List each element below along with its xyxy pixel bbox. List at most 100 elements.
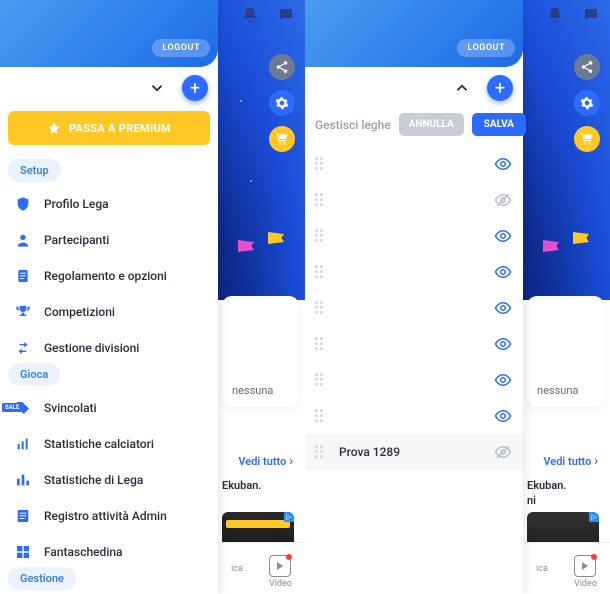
menu-item-label: Competizioni — [44, 305, 115, 319]
league-name: Prova 1289 — [339, 445, 483, 459]
add-button[interactable]: + — [182, 75, 208, 101]
bottom-nav-video[interactable]: Video — [574, 549, 597, 589]
menu-gioca: SvincolatiSALE Statistiche calciatori Stat… — [0, 390, 218, 559]
bottom-nav: ica Video — [523, 542, 610, 594]
menu-item-registro-attività-admin[interactable]: Registro attività Admin — [0, 498, 218, 534]
user-icon — [14, 231, 32, 249]
vedi-tutto-link[interactable]: Vedi tutto › — [222, 450, 299, 473]
drag-handle-icon[interactable] — [315, 301, 329, 315]
bell-icon[interactable] — [544, 4, 566, 26]
screen-left-menu: nessuna Vedi tutto › Ekuban. ▷ ica Video… — [0, 0, 305, 594]
add-button[interactable]: + — [487, 75, 513, 101]
drag-handle-icon[interactable] — [315, 229, 329, 243]
menu-item-label: Gestione divisioni — [44, 341, 139, 355]
bottom-nav-video[interactable]: Video — [269, 549, 292, 589]
eye-visible-icon[interactable] — [493, 262, 513, 282]
shield-icon — [14, 195, 32, 213]
section-setup[interactable]: Setup — [8, 159, 61, 182]
premium-label: PASSA A PREMIUM — [69, 122, 171, 135]
league-row[interactable] — [305, 254, 523, 290]
eye-hidden-icon[interactable] — [493, 190, 513, 210]
nessuna-label: nessuna — [537, 384, 594, 397]
league-row[interactable] — [305, 362, 523, 398]
bell-icon[interactable] — [239, 4, 261, 26]
menu-item-label: Partecipanti — [44, 233, 109, 247]
manage-bar: Gestisci leghe ANNULLA SALVA — [305, 105, 523, 146]
eye-visible-icon[interactable] — [493, 334, 513, 354]
star-icon — [47, 121, 61, 135]
section-gestione[interactable]: Gestione — [8, 567, 76, 590]
vedi-tutto-link[interactable]: Vedi tutto › — [527, 450, 604, 473]
chat-icon[interactable] — [275, 4, 297, 26]
logout-button[interactable]: LOGOUT — [152, 39, 210, 57]
chat-icon[interactable] — [580, 4, 602, 26]
menu-item-label: Regolamento e opzioni — [44, 269, 167, 283]
league-row[interactable] — [305, 326, 523, 362]
menu-item-partecipanti[interactable]: Partecipanti — [0, 222, 218, 258]
league-row[interactable] — [305, 146, 523, 182]
share-button[interactable] — [574, 54, 600, 80]
bottom-nav-other[interactable]: ica — [536, 564, 548, 574]
trophy-icon — [14, 303, 32, 321]
menu-item-svincolati[interactable]: SvincolatiSALE — [0, 390, 218, 426]
chart-icon — [14, 471, 32, 489]
chevron-up-icon[interactable] — [449, 75, 475, 101]
flags-decoration — [218, 228, 305, 268]
drag-handle-icon[interactable] — [315, 409, 329, 423]
manage-title: Gestisci leghe — [315, 118, 391, 132]
premium-button[interactable]: PASSA A PREMIUM — [8, 111, 210, 145]
annulla-button[interactable]: ANNULLA — [399, 113, 464, 136]
manage-leagues-panel: LOGOUT + Gestisci leghe ANNULLA SALVA Pr… — [305, 0, 523, 594]
screen-right-manage: nessuna Vedi tutto › Ekuban.ni ▷ ica Vid… — [305, 0, 610, 594]
bars-icon — [14, 435, 32, 453]
drag-handle-icon[interactable] — [315, 373, 329, 387]
menu-item-competizioni[interactable]: Competizioni — [0, 294, 218, 330]
section-gioca[interactable]: Gioca — [8, 363, 60, 386]
drag-handle-icon[interactable] — [315, 337, 329, 351]
menu-item-label: Statistiche di Lega — [44, 473, 143, 487]
eye-visible-icon[interactable] — [493, 154, 513, 174]
share-button[interactable] — [269, 54, 295, 80]
doc-icon — [14, 267, 32, 285]
menu-item-label: Registro attività Admin — [44, 509, 167, 523]
toggle-row: + — [305, 67, 523, 105]
menu-item-label: Statistiche calciatori — [44, 437, 154, 451]
menu-item-statistiche-di-lega[interactable]: Statistiche di Lega — [0, 462, 218, 498]
drag-handle-icon[interactable] — [315, 265, 329, 279]
drag-handle-icon[interactable] — [315, 193, 329, 207]
news-card: nessuna — [222, 296, 299, 407]
eye-visible-icon[interactable] — [493, 298, 513, 318]
menu-item-statistiche-calciatori[interactable]: Statistiche calciatori — [0, 426, 218, 462]
eye-hidden-icon[interactable] — [493, 442, 513, 462]
drag-handle-icon[interactable] — [315, 157, 329, 171]
panel-header: LOGOUT — [305, 0, 523, 67]
logout-button[interactable]: LOGOUT — [457, 39, 515, 57]
league-row[interactable]: Prova 1289 — [305, 434, 523, 470]
play-icon — [574, 555, 596, 577]
eye-visible-icon[interactable] — [493, 226, 513, 246]
menu-setup: Profilo Lega Partecipanti Regolamento e op… — [0, 186, 218, 355]
menu-item-gestione-divisioni[interactable]: Gestione divisioni — [0, 330, 218, 355]
side-menu-panel: LOGOUT + PASSA A PREMIUM Setup Profilo L… — [0, 0, 218, 594]
eye-visible-icon[interactable] — [493, 370, 513, 390]
menu-item-label: Svincolati — [44, 401, 97, 415]
menu-item-fantaschedina[interactable]: Fantaschedina — [0, 534, 218, 559]
drag-handle-icon[interactable] — [315, 445, 329, 459]
news-snippet: Ekuban.ni — [527, 478, 604, 509]
league-row[interactable] — [305, 218, 523, 254]
menu-item-regolamento-e-opzioni[interactable]: Regolamento e opzioni — [0, 258, 218, 294]
menu-item-label: Profilo Lega — [44, 197, 109, 211]
settings-button[interactable] — [269, 90, 295, 116]
eye-visible-icon[interactable] — [493, 406, 513, 426]
play-icon — [269, 555, 291, 577]
bottom-nav-other[interactable]: ica — [231, 564, 243, 574]
menu-item-profilo-lega[interactable]: Profilo Lega — [0, 186, 218, 222]
league-row[interactable] — [305, 290, 523, 326]
settings-button[interactable] — [574, 90, 600, 116]
cart-button[interactable] — [574, 126, 600, 152]
league-row[interactable] — [305, 182, 523, 218]
chevron-down-icon[interactable] — [144, 75, 170, 101]
league-row[interactable] — [305, 398, 523, 434]
salva-button[interactable]: SALVA — [472, 113, 526, 136]
cart-button[interactable] — [269, 126, 295, 152]
